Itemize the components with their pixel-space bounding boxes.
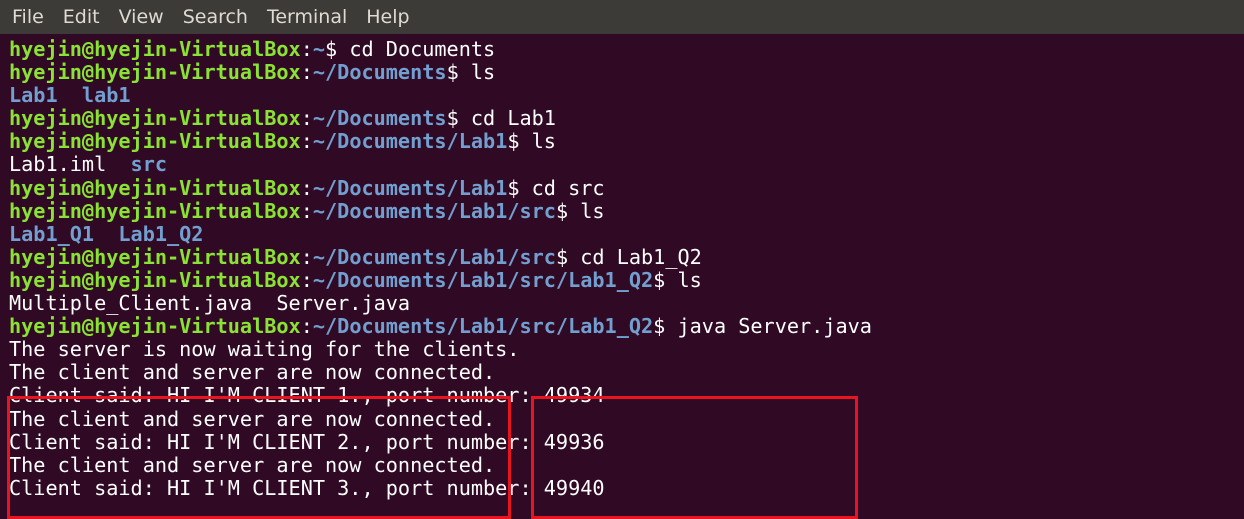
terminal-line: hyejin@hyejin-VirtualBox:~/Documents/Lab… [9,175,1239,200]
prompt-path: ~ [312,37,326,61]
prompt-user-host: hyejin@hyejin-VirtualBox [9,175,301,200]
menu-bar: File Edit View Search Terminal Help [0,0,1244,34]
terminal-line: hyejin@hyejin-VirtualBox:~/Documents/Lab… [9,315,1239,338]
output-text: The client and server are now connected. [9,360,496,385]
menu-help[interactable]: Help [366,6,409,28]
output-text: The server is now waiting for the client… [9,337,520,362]
prompt-user-host: hyejin@hyejin-VirtualBox [9,129,301,154]
prompt-symbol: $ [446,106,471,131]
command-text: java Server.java [677,314,872,339]
prompt-user-host: hyejin@hyejin-VirtualBox [9,37,301,61]
prompt-path: ~/Documents/Lab1 [312,129,508,154]
terminal-line: The client and server are now connected. [9,361,1239,384]
prompt-path: ~/Documents/Lab1 [312,175,508,200]
prompt-symbol: $ [446,60,471,85]
terminal-line: hyejin@hyejin-VirtualBox:~/Documents/Lab… [9,198,1239,223]
terminal-line: hyejin@hyejin-VirtualBox:~/Documents/Lab… [9,130,1239,153]
menu-edit[interactable]: Edit [63,6,100,28]
prompt-symbol: $ [653,267,678,292]
command-text: cd Lab1_Q2 [580,244,702,269]
menu-view[interactable]: View [119,6,164,28]
terminal-line: hyejin@hyejin-VirtualBox:~/Documents/Lab… [9,244,1239,269]
terminal-line: hyejin@hyejin-VirtualBox:~/Documents$ cd… [9,107,1239,130]
prompt-symbol: $ [653,314,678,339]
directory-listing: src [130,152,168,177]
prompt-user-host: hyejin@hyejin-VirtualBox [9,267,301,292]
client-message-highlight-box [7,396,511,519]
prompt-separator: : [300,314,313,339]
prompt-path: ~/Documents/Lab1/src [312,198,556,223]
prompt-path: ~/Documents/Lab1/src/Lab1_Q2 [312,314,654,339]
menu-file[interactable]: File [12,6,44,28]
output-text: Multiple_Client.java Server.java [9,291,411,316]
terminal-line: Multiple_Client.java Server.java [9,291,1239,316]
prompt-separator: : [300,60,313,85]
prompt-user-host: hyejin@hyejin-VirtualBox [9,60,301,85]
terminal-line: Lab1_Q1 Lab1_Q2 [9,221,1239,246]
prompt-path: ~/Documents/Lab1/src [312,244,556,269]
terminal-line: The server is now waiting for the client… [9,338,1239,361]
directory-listing: Lab1 lab1 [9,83,131,108]
prompt-user-host: hyejin@hyejin-VirtualBox [9,244,301,269]
command-text: cd Lab1 [470,106,556,131]
command-text: cd Documents [349,37,496,61]
port-number-highlight-box [531,396,858,519]
prompt-separator: : [300,106,313,131]
terminal-line: hyejin@hyejin-VirtualBox:~/Documents/Lab… [9,267,1239,292]
directory-listing: Lab1_Q1 Lab1_Q2 [9,221,204,246]
prompt-symbol: $ [507,175,532,200]
prompt-separator: : [300,198,313,223]
command-text: ls [470,60,496,85]
prompt-user-host: hyejin@hyejin-VirtualBox [9,106,301,131]
prompt-symbol: $ [507,129,532,154]
menu-search[interactable]: Search [183,6,248,28]
prompt-user-host: hyejin@hyejin-VirtualBox [9,198,301,223]
terminal-window: File Edit View Search Terminal Help hyej… [0,0,1244,519]
prompt-separator: : [300,267,313,292]
prompt-separator: : [300,244,313,269]
prompt-path: ~/Documents/Lab1/src/Lab1_Q2 [312,267,654,292]
prompt-separator: : [300,175,313,200]
command-text: cd src [531,175,605,200]
command-text: ls [531,129,556,154]
terminal-line: Lab1 lab1 [9,84,1239,107]
prompt-separator: : [300,129,313,154]
command-text: ls [677,267,702,292]
command-text: ls [580,198,605,223]
terminal-line: Lab1.iml src [9,153,1239,176]
file-listing: Lab1.iml [9,152,131,177]
menu-terminal[interactable]: Terminal [267,6,347,28]
prompt-symbol: $ [325,37,350,61]
prompt-path: ~/Documents [312,106,447,131]
prompt-path: ~/Documents [312,60,447,85]
prompt-separator: : [300,37,313,61]
terminal-line: hyejin@hyejin-VirtualBox:~$ cd Documents [9,37,1239,61]
prompt-symbol: $ [555,198,581,223]
terminal-line: hyejin@hyejin-VirtualBox:~/Documents$ ls [9,61,1239,84]
prompt-symbol: $ [555,244,581,269]
prompt-user-host: hyejin@hyejin-VirtualBox [9,314,301,339]
